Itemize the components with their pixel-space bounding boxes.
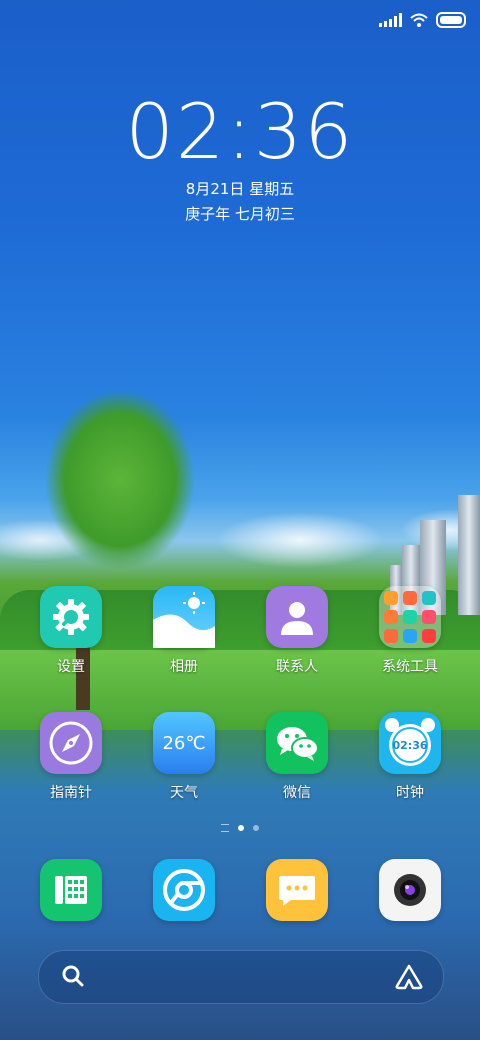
app-wechat[interactable]: 微信 [252, 712, 342, 802]
status-bar [379, 10, 466, 30]
clock-time[interactable]: 02:36 [0, 92, 480, 172]
dock-messages[interactable] [252, 859, 342, 921]
wifi-icon [410, 13, 428, 27]
app-label: 相册 [170, 659, 198, 675]
page-indicator[interactable] [0, 824, 480, 832]
app-contacts[interactable]: 联系人 [252, 586, 342, 676]
weather-temperature: 26℃ [162, 732, 206, 754]
app-weather[interactable]: 26℃ 天气 [139, 712, 229, 802]
search-icon[interactable] [61, 964, 85, 988]
alarm-clock-icon: 02:36 [379, 712, 441, 774]
phone-icon [40, 859, 102, 921]
app-label: 时钟 [396, 785, 424, 801]
wechat-icon [266, 712, 328, 774]
camera-icon [379, 859, 441, 921]
page-dot[interactable] [253, 825, 259, 831]
assistant-icon[interactable] [395, 964, 423, 990]
app-label: 设置 [57, 659, 85, 675]
wallpaper-tree [10, 360, 230, 610]
page-dot-active[interactable] [238, 825, 244, 831]
search-bar[interactable] [38, 950, 444, 1004]
gear-wrench-icon [40, 586, 102, 648]
app-label: 天气 [170, 785, 198, 801]
battery-icon [436, 12, 466, 28]
weather-icon: 26℃ [153, 712, 215, 774]
dock-browser[interactable] [139, 859, 229, 921]
browser-icon [153, 859, 215, 921]
message-icon [266, 859, 328, 921]
compass-icon [40, 712, 102, 774]
app-clock[interactable]: 02:36 时钟 [365, 712, 455, 802]
dock-phone[interactable] [26, 859, 116, 921]
dock-camera[interactable] [365, 859, 455, 921]
clock-date: 8月21日 星期五 [185, 180, 295, 198]
page-menu-icon[interactable] [221, 824, 229, 832]
app-label: 微信 [283, 785, 311, 801]
app-gallery[interactable]: 相册 [139, 586, 229, 676]
contact-icon [266, 586, 328, 648]
app-compass[interactable]: 指南针 [26, 712, 116, 802]
signal-icon [379, 13, 402, 27]
clock-lunar-date: 庚子年 七月初三 [185, 205, 295, 223]
folder-icon [379, 586, 441, 648]
gallery-icon [153, 586, 215, 648]
app-label: 联系人 [276, 659, 318, 675]
app-folder-system-tools[interactable]: 系统工具 [365, 586, 455, 676]
clock-icon-time: 02:36 [392, 738, 428, 752]
app-label: 指南针 [50, 785, 92, 801]
app-settings[interactable]: 设置 [26, 586, 116, 676]
app-label: 系统工具 [382, 659, 438, 675]
